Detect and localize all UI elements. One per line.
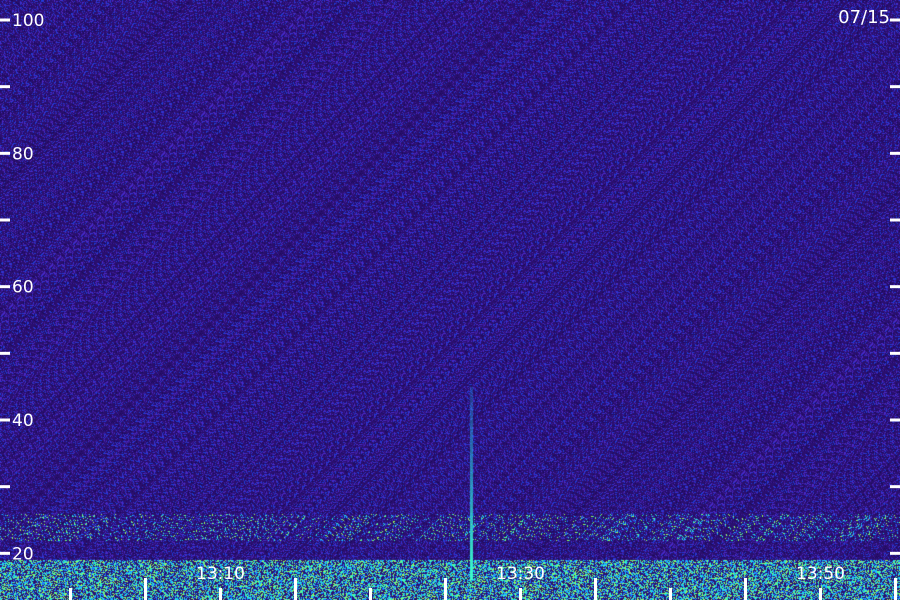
x-ticks [69, 578, 897, 600]
x-tick-label: 13:30 [496, 564, 545, 584]
x-tick-label: 13:10 [196, 564, 245, 584]
y-labels: 20 40 60 80 100 [12, 11, 44, 564]
y-tick-label: 100 [12, 11, 44, 31]
y-tick-label: 20 [12, 544, 34, 564]
chart-overlay: 13:10 13:30 13:50 20 40 60 80 100 07/15 [0, 7, 900, 600]
y-tick-label: 60 [12, 278, 34, 298]
y-tick-label: 40 [12, 411, 34, 431]
x-labels: 13:10 13:30 13:50 [196, 564, 845, 584]
y-tick-label: 80 [12, 144, 34, 164]
date-label: 07/15 [838, 7, 890, 28]
x-tick-label: 13:50 [796, 564, 845, 584]
y-ticks-right [890, 18, 900, 555]
y-ticks-left [0, 18, 10, 555]
